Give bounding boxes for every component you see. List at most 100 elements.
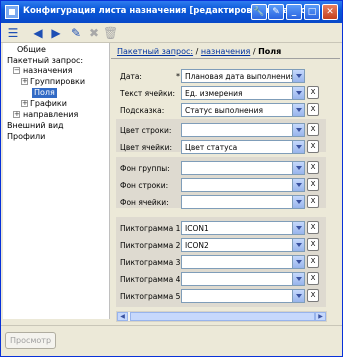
dropdown-arrow-icon[interactable] (292, 273, 304, 285)
scroll-right-icon[interactable]: ▶ (315, 312, 326, 321)
field-row: Фон группы: X (111, 161, 340, 175)
field-row: Текст ячейки: Ед. измерения X (111, 86, 340, 100)
breadcrumb-link-batch[interactable]: Пакетный запрос: (117, 47, 193, 56)
field-select[interactable] (181, 123, 305, 137)
wrench-icon[interactable]: 🔧 (251, 4, 267, 20)
close-button[interactable]: ✕ (322, 4, 338, 20)
clear-button[interactable]: X (307, 86, 319, 99)
dropdown-arrow-icon[interactable] (292, 124, 304, 136)
expand-icon[interactable]: + (13, 111, 20, 118)
clear-button[interactable]: X (307, 123, 319, 136)
tree-item-assignments[interactable]: назначения (23, 66, 72, 76)
dropdown-arrow-icon[interactable] (292, 290, 304, 302)
dropdown-arrow-icon[interactable] (292, 70, 304, 82)
dropdown-arrow-icon[interactable] (292, 196, 304, 208)
breadcrumb: Пакетный запрос: / назначения / Поля (117, 47, 282, 56)
config-window: Конфигурация листа назначения [редактиро… (0, 0, 343, 357)
horizontal-scrollbar[interactable]: ◀ ▶ (116, 311, 327, 322)
field-select[interactable]: Плановая дата выполнения (181, 69, 305, 83)
field-select[interactable] (181, 289, 305, 303)
dropdown-arrow-icon[interactable] (292, 162, 304, 174)
field-label: Фон ячейки: (120, 198, 169, 207)
tree-item-general[interactable]: Общие (17, 45, 46, 55)
field-select[interactable]: Цвет статуса (181, 140, 305, 154)
field-row: Цвет строки: X (111, 123, 340, 137)
field-label: Цвет ячейки: (120, 143, 172, 152)
clear-button[interactable]: X (307, 238, 319, 251)
field-select[interactable]: Статус выполнения (181, 103, 305, 117)
clear-button[interactable]: X (307, 178, 319, 191)
tree-item-batch-query[interactable]: Пакетный запрос: (7, 56, 83, 66)
clear-button[interactable]: X (307, 272, 319, 285)
minimize-button[interactable]: _ (286, 4, 302, 20)
dropdown-arrow-icon[interactable] (292, 179, 304, 191)
tree-item-appearance[interactable]: Внешний вид (7, 121, 64, 131)
breadcrumb-link-assignments[interactable]: назначения (201, 47, 250, 56)
scroll-left-icon[interactable]: ◀ (117, 312, 128, 321)
expand-icon[interactable]: + (21, 100, 28, 107)
pencil-icon[interactable]: ✎ (69, 25, 83, 41)
collapse-icon[interactable]: − (13, 67, 20, 74)
back-arrow-icon[interactable]: ◀ (31, 25, 45, 41)
field-select[interactable] (181, 178, 305, 192)
edit-icon[interactable]: ✎ (268, 4, 284, 20)
menu-icon[interactable]: ☰ (5, 25, 21, 41)
field-label: Пиктограмма 1: (120, 224, 183, 233)
scroll-thumb[interactable] (130, 312, 315, 321)
field-row: Фон строки: X (111, 178, 340, 192)
field-select-value: Плановая дата выполнения (185, 72, 295, 81)
field-label: Пиктограмма 3: (120, 258, 183, 267)
field-select[interactable] (181, 195, 305, 209)
field-label: Фон строки: (120, 181, 169, 190)
field-select[interactable]: ICON2 (181, 238, 305, 252)
navigation-tree: Общие Пакетный запрос: − назначения + Гр… (3, 43, 110, 319)
fields-panel: Пакетный запрос: / назначения / Поля Дат… (111, 43, 340, 325)
clear-button[interactable]: X (307, 161, 319, 174)
field-label: Пиктограмма 5: (120, 292, 183, 301)
dropdown-arrow-icon[interactable] (292, 222, 304, 234)
field-row: Пиктограмма 2: ICON2 X (111, 238, 340, 252)
field-select[interactable]: ICON1 (181, 221, 305, 235)
field-label: Фон группы: (120, 164, 170, 173)
field-row: Подсказка: Статус выполнения X (111, 103, 340, 117)
field-select-value: Цвет статуса (185, 143, 238, 152)
tree-item-directions[interactable]: направления (23, 110, 78, 120)
dropdown-arrow-icon[interactable] (292, 87, 304, 99)
clear-button[interactable]: X (307, 140, 319, 153)
expand-icon[interactable]: + (21, 78, 28, 85)
toolbar: ☰ ◀ ▶ ✎ ✖ 🗑 (1, 23, 342, 43)
field-row: Пиктограмма 3: X (111, 255, 340, 269)
app-icon (5, 5, 19, 19)
tree-item-groupings[interactable]: Группировки (30, 77, 85, 87)
field-select[interactable] (181, 255, 305, 269)
field-label: Подсказка: (120, 106, 165, 115)
field-label: Текст ячейки: (120, 89, 175, 98)
title-bar: Конфигурация листа назначения [редактиро… (1, 1, 342, 23)
tree-item-profiles[interactable]: Профили (7, 132, 45, 142)
field-select[interactable]: Ед. измерения (181, 86, 305, 100)
button-bar: Просмотр (1, 325, 342, 356)
dropdown-arrow-icon[interactable] (292, 141, 304, 153)
field-label: Пиктограмма 4: (120, 275, 183, 284)
clear-button[interactable]: X (307, 255, 319, 268)
tree-item-fields[interactable]: Поля (32, 88, 57, 98)
breadcrumb-current: Поля (258, 47, 282, 56)
field-select[interactable] (181, 272, 305, 286)
clear-button[interactable]: X (307, 195, 319, 208)
forward-arrow-icon[interactable]: ▶ (49, 25, 63, 41)
required-marker: * (176, 72, 180, 81)
clear-button[interactable]: X (307, 221, 319, 234)
field-row: Дата: * Плановая дата выполнения (111, 69, 340, 83)
clear-button[interactable]: X (307, 103, 319, 116)
field-select-value: Статус выполнения (185, 106, 263, 115)
maximize-button[interactable]: □ (304, 4, 320, 20)
tree-item-charts[interactable]: Графики (30, 99, 67, 109)
preview-button[interactable]: Просмотр (5, 332, 56, 349)
clear-button[interactable]: X (307, 289, 319, 302)
dropdown-arrow-icon[interactable] (292, 256, 304, 268)
dropdown-arrow-icon[interactable] (292, 104, 304, 116)
trash-icon[interactable]: 🗑 (103, 25, 118, 41)
delete-icon[interactable]: ✖ (87, 25, 101, 41)
field-select[interactable] (181, 161, 305, 175)
dropdown-arrow-icon[interactable] (292, 239, 304, 251)
